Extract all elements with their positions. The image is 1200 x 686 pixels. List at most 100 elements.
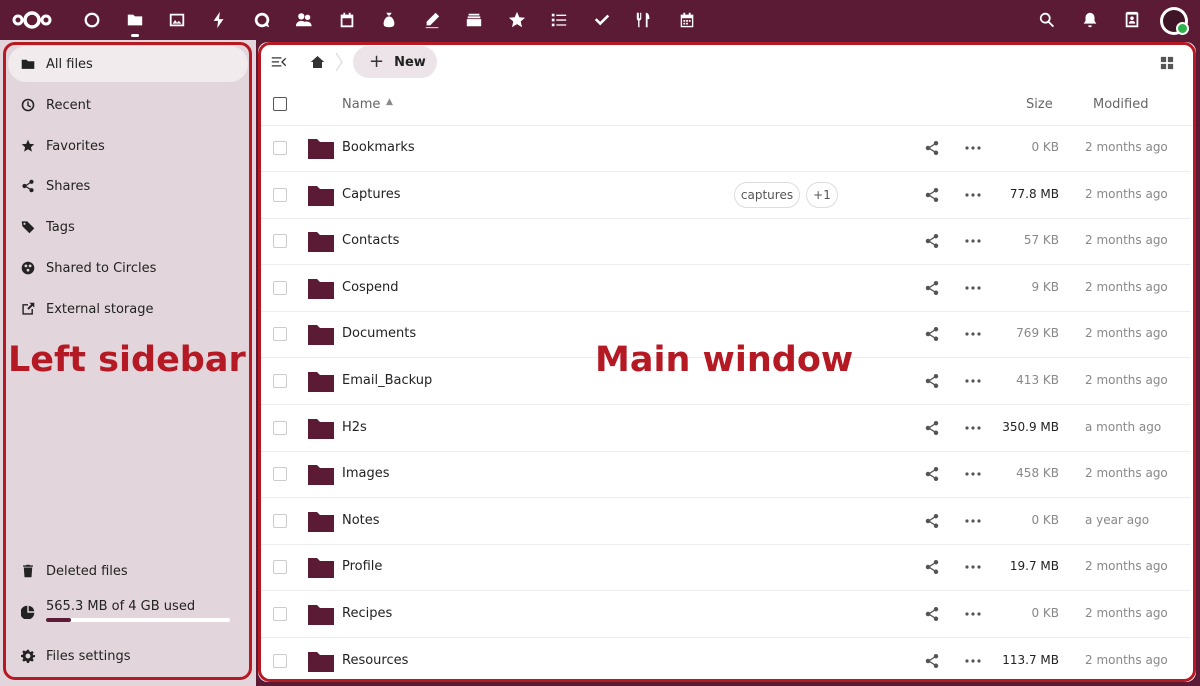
cookbook-icon[interactable] (632, 8, 656, 32)
more-actions-icon[interactable] (964, 187, 982, 203)
file-checkbox[interactable] (273, 374, 287, 388)
file-name[interactable]: Email_Backup (342, 373, 432, 388)
more-actions-icon[interactable] (964, 559, 982, 575)
share-icon[interactable] (924, 513, 940, 529)
contacts-menu-icon[interactable] (1120, 8, 1144, 32)
file-name[interactable]: Resources (342, 653, 408, 668)
select-all-checkbox[interactable] (273, 97, 287, 111)
search-icon[interactable] (1035, 8, 1059, 32)
sidebar-item-shares[interactable]: Shares (8, 168, 248, 204)
home-icon[interactable] (308, 54, 326, 70)
file-row[interactable]: Recipes 0 KB 2 months ago (258, 592, 1190, 638)
share-icon[interactable] (924, 326, 940, 342)
file-checkbox[interactable] (273, 281, 287, 295)
activity-icon[interactable] (207, 8, 231, 32)
share-icon[interactable] (924, 187, 940, 203)
file-name[interactable]: Bookmarks (342, 140, 415, 155)
talk-icon[interactable] (250, 8, 274, 32)
notes-icon[interactable] (420, 8, 444, 32)
photos-icon[interactable] (165, 8, 189, 32)
file-tag[interactable]: +1 (806, 182, 838, 208)
contacts-icon[interactable] (292, 8, 316, 32)
sidebar-item-files-settings[interactable]: Files settings (8, 638, 248, 674)
files-icon[interactable] (123, 8, 147, 37)
storage-quota[interactable]: 565.3 MB of 4 GB used (8, 594, 248, 630)
more-actions-icon[interactable] (964, 280, 982, 296)
share-icon[interactable] (924, 653, 940, 669)
calendar-icon[interactable] (335, 8, 359, 32)
file-name[interactable]: Recipes (342, 606, 392, 621)
file-row[interactable]: Resources 113.7 MB 2 months ago (258, 639, 1190, 682)
share-icon[interactable] (924, 140, 940, 156)
more-actions-icon[interactable] (964, 326, 982, 342)
sidebar-item-recent[interactable]: Recent (8, 87, 248, 123)
file-row[interactable]: Cospend 9 KB 2 months ago (258, 266, 1190, 312)
folder-icon (308, 186, 334, 206)
column-modified[interactable]: Modified (1093, 97, 1148, 112)
nextcloud-logo-icon[interactable] (12, 8, 52, 32)
share-icon[interactable] (924, 606, 940, 622)
file-row[interactable]: Contacts 57 KB 2 months ago (258, 219, 1190, 265)
file-name[interactable]: Documents (342, 326, 416, 341)
file-checkbox[interactable] (273, 654, 287, 668)
file-name[interactable]: Cospend (342, 280, 399, 295)
deck-icon[interactable] (462, 8, 486, 32)
share-icon[interactable] (924, 373, 940, 389)
sidebar-item-external-storage[interactable]: External storage (8, 291, 248, 327)
tasks-check-icon[interactable] (590, 8, 614, 32)
file-size: 458 KB (1016, 466, 1059, 480)
more-actions-icon[interactable] (964, 606, 982, 622)
file-checkbox[interactable] (273, 421, 287, 435)
share-icon[interactable] (924, 280, 940, 296)
more-actions-icon[interactable] (964, 140, 982, 156)
dashboard-icon[interactable] (80, 8, 104, 32)
sort-ascending-icon[interactable]: ▲ (386, 97, 393, 107)
toggle-navigation-icon[interactable] (270, 54, 288, 70)
share-icon[interactable] (924, 559, 940, 575)
grid-view-icon[interactable] (1158, 54, 1176, 72)
more-actions-icon[interactable] (964, 653, 982, 669)
more-actions-icon[interactable] (964, 373, 982, 389)
file-tag[interactable]: captures (734, 182, 800, 208)
share-icon[interactable] (924, 466, 940, 482)
column-name[interactable]: Name (342, 97, 380, 112)
sidebar-item-all-files[interactable]: All files (8, 46, 248, 82)
column-size[interactable]: Size (1026, 97, 1053, 112)
file-checkbox[interactable] (273, 514, 287, 528)
sidebar-item-tags[interactable]: Tags (8, 209, 248, 245)
sidebar-item-shared-to-circles[interactable]: Shared to Circles (8, 250, 248, 286)
file-row[interactable]: Images 458 KB 2 months ago (258, 452, 1190, 498)
file-row[interactable]: Profile 19.7 MB 2 months ago (258, 545, 1190, 591)
share-icon[interactable] (924, 420, 940, 436)
bookmarks-icon[interactable] (505, 8, 529, 32)
file-name[interactable]: Profile (342, 559, 382, 574)
cospend-icon[interactable] (377, 8, 401, 32)
file-row[interactable]: Bookmarks 0 KB 2 months ago (258, 126, 1190, 172)
share-icon[interactable] (924, 233, 940, 249)
tasks-list-icon[interactable] (547, 8, 571, 32)
more-actions-icon[interactable] (964, 233, 982, 249)
file-checkbox[interactable] (273, 467, 287, 481)
new-button[interactable]: + New (353, 46, 437, 78)
file-checkbox[interactable] (273, 188, 287, 202)
file-checkbox[interactable] (273, 141, 287, 155)
file-row[interactable]: Captures captures +1 77.8 MB 2 months ago (258, 173, 1190, 219)
more-actions-icon[interactable] (964, 513, 982, 529)
file-checkbox[interactable] (273, 607, 287, 621)
file-name[interactable]: Contacts (342, 233, 399, 248)
sidebar-item-favorites[interactable]: Favorites (8, 128, 248, 164)
more-actions-icon[interactable] (964, 466, 982, 482)
sidebar-item-deleted-files[interactable]: Deleted files (8, 553, 248, 589)
file-name[interactable]: H2s (342, 420, 367, 435)
file-name[interactable]: Notes (342, 513, 380, 528)
calendar-alt-icon[interactable] (675, 8, 699, 32)
notifications-icon[interactable] (1078, 8, 1102, 32)
file-checkbox[interactable] (273, 327, 287, 341)
file-row[interactable]: Notes 0 KB a year ago (258, 499, 1190, 545)
file-name[interactable]: Captures (342, 187, 400, 202)
file-checkbox[interactable] (273, 560, 287, 574)
file-checkbox[interactable] (273, 234, 287, 248)
file-row[interactable]: H2s 350.9 MB a month ago (258, 406, 1190, 452)
file-name[interactable]: Images (342, 466, 390, 481)
more-actions-icon[interactable] (964, 420, 982, 436)
